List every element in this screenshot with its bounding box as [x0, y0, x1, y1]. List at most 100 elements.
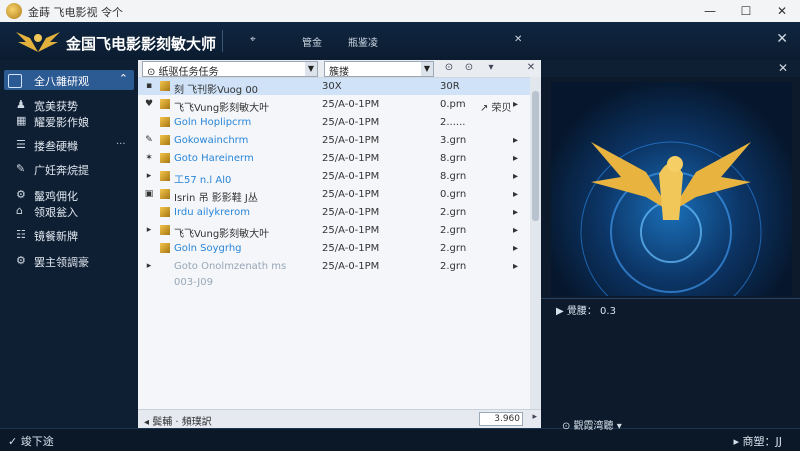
- status-dropdown[interactable]: ⊙ 觀霞湾聽 ▾: [562, 417, 622, 432]
- thumbnail-icon: [160, 81, 170, 91]
- home-icon: ⌂: [16, 204, 23, 217]
- table-row[interactable]: ✶ Goto Hareinerm 25/A-0-1PM 8.grn ▸: [138, 150, 530, 167]
- row-name: Gokowainchrm: [174, 135, 249, 146]
- title-bar: 金蒔 飞电影视 令个 — ☐ ✕: [0, 0, 800, 22]
- table-row[interactable]: 003-J09: [138, 274, 530, 291]
- row-date: 25/A-0-1PM: [322, 261, 380, 272]
- row-name: 刻 飞刊影Vuog 00: [174, 85, 259, 96]
- row-size: 3.grn: [440, 135, 467, 146]
- status-bar: ✓ 竣下途 ⊙ 觀霞湾聽 ▾ ▸ 商塑：JJ: [0, 421, 800, 451]
- thumbnail-icon: [160, 207, 170, 217]
- row-size: 30R: [440, 81, 460, 92]
- settings-icon: ⚙: [16, 254, 26, 267]
- list-icon: ☰: [16, 138, 26, 151]
- row-name: 飞飞Vung影刻敏大叶: [174, 229, 270, 240]
- row-play-icon[interactable]: ▸: [513, 261, 518, 272]
- status-right: ▸ 商塑：JJ: [733, 435, 782, 448]
- table-row[interactable]: ▣ Isrin 吊 影影鞋 J丛 25/A-0-1PM 0.grn ▸: [138, 186, 530, 204]
- chevron-up-icon[interactable]: ⌃: [119, 72, 128, 85]
- app-logo-icon: [6, 3, 22, 19]
- header-menu-item[interactable]: 管金: [302, 34, 322, 49]
- toolbar-button[interactable]: ⊙: [440, 61, 458, 75]
- row-name: 工57 n.l Al0: [174, 175, 232, 186]
- sidebar: 全八雜研观 ⌃ ♟ 宽美获势 ▦ 耀爱影作娘 ☰ 搂叁硬橼 ··· ✎ 广妊奔烷…: [0, 60, 138, 428]
- brand-title: 金国飞电影影刻敏大师: [66, 35, 217, 53]
- thumbnail-icon: [160, 135, 170, 145]
- row-size: 8.grn: [440, 153, 467, 164]
- table-row[interactable]: ▸ 工57 n.l Al0 25/A-0-1PM 8.grn ▸: [138, 168, 530, 186]
- minimize-button[interactable]: —: [692, 0, 728, 22]
- row-size: 2.grn: [440, 207, 467, 218]
- row-play-icon[interactable]: ▸: [513, 171, 518, 182]
- row-size: 0.pm: [440, 99, 466, 110]
- sidebar-item-label: 鬣鸡佣化: [34, 190, 78, 203]
- row-status-icon: [144, 207, 154, 217]
- table-row[interactable]: ▸ Goto Onolmzenath ms 25/A-0-1PM 2.grn ▸: [138, 258, 530, 275]
- header-pin-icon[interactable]: ✕: [514, 34, 522, 45]
- row-status-icon: [144, 277, 154, 287]
- table-row[interactable]: ✎ Gokowainchrm 25/A-0-1PM 3.grn ▸: [138, 132, 530, 149]
- path-combo[interactable]: ⊙ 纸驱任务任务 ▼: [142, 61, 318, 78]
- table-row[interactable]: Goln Hoplipcrm 25/A-0-1PM 2......: [138, 114, 530, 131]
- row-status-icon: ▣: [144, 189, 154, 199]
- footer-status: ◂ 鬓輔 · 頻璞訳: [144, 417, 212, 428]
- scroll-thumb[interactable]: [532, 91, 539, 221]
- sidebar-item-label: 搂叁硬橼: [34, 140, 78, 153]
- table-row[interactable]: Goln Soygrhg 25/A-0-1PM 2.grn ▸: [138, 240, 530, 257]
- row-play-icon[interactable]: ▸: [513, 225, 518, 236]
- sidebar-item-active[interactable]: 全八雜研观 ⌃: [4, 70, 134, 90]
- row-status-icon: ▸: [146, 261, 152, 271]
- row-date: 25/A-0-1PM: [322, 207, 380, 218]
- maximize-button[interactable]: ☐: [728, 0, 764, 22]
- row-date: 25/A-0-1PM: [322, 171, 380, 182]
- thumbnail-icon: [160, 171, 170, 181]
- row-play-icon[interactable]: ▸: [513, 135, 518, 146]
- row-play-icon[interactable]: ▸: [513, 207, 518, 218]
- row-action[interactable]: ↗ 荣贝: [480, 99, 512, 114]
- filter-combo[interactable]: 簇搂 ▼: [324, 61, 434, 78]
- chevron-down-icon[interactable]: ▼: [305, 62, 317, 76]
- row-play-icon[interactable]: ▸: [513, 153, 518, 164]
- row-status-icon: ♥: [144, 99, 154, 109]
- row-size: 2.grn: [440, 243, 467, 254]
- sidebar-item-label: 宽美获势: [34, 100, 78, 113]
- more-dots-icon[interactable]: ···: [116, 139, 126, 150]
- row-status-icon: ✎: [145, 135, 153, 145]
- preview-close-button[interactable]: ✕: [778, 61, 788, 75]
- panel-close-button[interactable]: ✕: [522, 61, 540, 75]
- header-target-icon[interactable]: ⌖: [250, 34, 256, 45]
- row-date: 25/A-0-1PM: [322, 225, 380, 236]
- row-status-icon: ✶: [145, 153, 153, 163]
- row-size: 8.grn: [440, 171, 467, 182]
- preview-image: [551, 82, 792, 323]
- row-play-icon[interactable]: ▸: [513, 243, 518, 254]
- vertical-scrollbar[interactable]: [530, 77, 541, 410]
- header-menu-item[interactable]: 瓶鉴凌: [348, 34, 378, 49]
- grid-icon: [8, 74, 22, 88]
- table-row[interactable]: ▪ 刻 飞刊影Vuog 00 30X 30R: [138, 78, 530, 96]
- chevron-down-icon[interactable]: ▼: [421, 62, 433, 76]
- sidebar-item-label: 领艰瓮入: [34, 206, 78, 219]
- thumbnail-icon: [160, 117, 170, 127]
- filter-combo-text: 簇搂: [329, 67, 349, 78]
- header-close-button[interactable]: ✕: [776, 31, 788, 47]
- table-row[interactable]: Irdu ailykrerom 25/A-0-1PM 2.grn ▸: [138, 204, 530, 221]
- eagle-emblem-icon: [580, 141, 762, 323]
- panel-toolbar: ⊙ 纸驱任务任务 ▼ 簇搂 ▼ ⊙ ⊙ ▾ ✕: [138, 60, 541, 78]
- panel-footer: ◂ 鬓輔 · 頻璞訳 ◂ 3.960 ▸: [138, 409, 541, 428]
- row-name: Goto Hareinerm: [174, 153, 254, 164]
- count-field[interactable]: 3.960: [479, 412, 523, 426]
- row-status-icon: ▸: [146, 225, 152, 235]
- table-row[interactable]: ♥ 飞飞Vung影刻敏大叶 25/A-0-1PM 0.pm ↗ 荣贝 ▸: [138, 96, 530, 114]
- row-play-icon[interactable]: ▸: [513, 99, 518, 110]
- thumbnail-icon: [160, 225, 170, 235]
- row-date: 25/A-0-1PM: [322, 99, 380, 110]
- row-date: 25/A-0-1PM: [322, 117, 380, 128]
- toolbar-button[interactable]: ⊙: [460, 61, 478, 75]
- toolbar-dropdown[interactable]: ▾: [482, 61, 500, 75]
- close-button[interactable]: ✕: [764, 0, 800, 22]
- header-divider: [222, 30, 223, 52]
- table-row[interactable]: ▸ 飞飞Vung影刻敏大叶 25/A-0-1PM 2.grn ▸: [138, 222, 530, 240]
- row-play-icon[interactable]: ▸: [513, 189, 518, 200]
- scroll-right-button[interactable]: ▸: [532, 412, 537, 422]
